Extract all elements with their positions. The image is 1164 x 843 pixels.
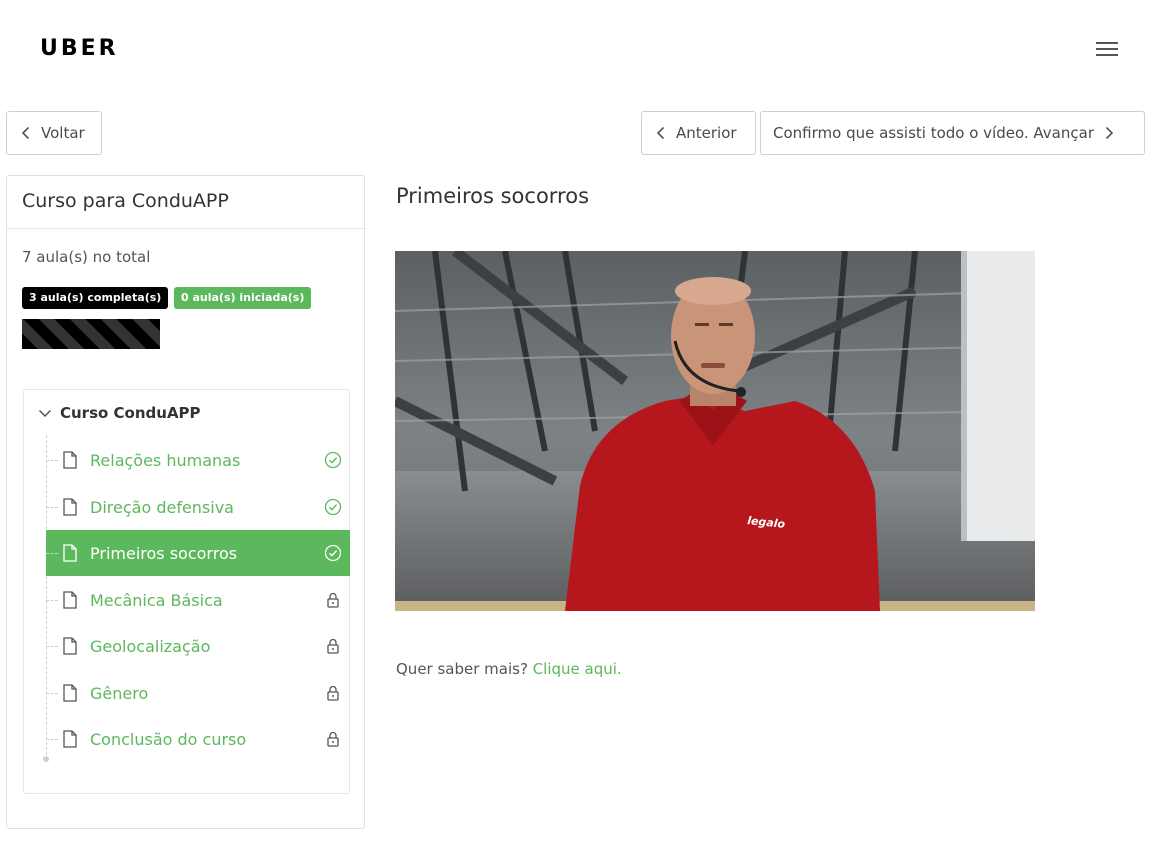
tree-connector-dash (46, 692, 58, 694)
tree-connector-dash (46, 552, 58, 554)
tree-connector-dash (46, 599, 58, 601)
lesson-item[interactable]: Relações humanas (46, 437, 350, 483)
lock-icon (324, 591, 342, 609)
lesson-item-label: Gênero (90, 683, 149, 703)
hamburger-menu-icon[interactable] (1096, 42, 1120, 60)
tree-root-course[interactable]: Curso ConduAPP (38, 404, 201, 422)
lock-icon (324, 730, 342, 748)
lesson-item-label: Conclusão do curso (90, 729, 247, 749)
lesson-item-label: Direção defensiva (90, 497, 234, 517)
previous-button[interactable]: Anterior (641, 111, 756, 155)
course-sidebar-card: Curso para ConduAPP 7 aula(s) no total 3… (6, 175, 365, 829)
more-info-prefix: Quer saber mais? (396, 660, 528, 678)
lesson-item[interactable]: Geolocalização (46, 623, 350, 669)
check-circle-icon (324, 544, 342, 562)
chevron-down-icon (38, 409, 52, 418)
confirm-next-button[interactable]: Confirmo que assisti todo o vídeo. Avanç… (760, 111, 1145, 155)
back-button-label: Voltar (41, 124, 85, 142)
lesson-item-label: Mecânica Básica (90, 590, 223, 610)
lesson-item[interactable]: Mecânica Básica (46, 577, 350, 623)
lesson-item[interactable]: Direção defensiva (46, 484, 350, 530)
chevron-left-icon (656, 126, 665, 140)
lesson-item-label: Primeiros socorros (90, 543, 238, 563)
file-icon (62, 498, 78, 516)
confirm-next-button-label: Confirmo que assisti todo o vídeo. Avanç… (773, 124, 1094, 142)
progress-bar (22, 319, 160, 349)
completed-badge: 3 aula(s) completa(s) (22, 287, 169, 309)
course-title: Curso para ConduAPP (22, 190, 229, 212)
more-info-link[interactable]: Clique aqui. (533, 660, 622, 678)
lesson-item[interactable]: Gênero (46, 670, 350, 716)
lesson-tree: Curso ConduAPP Relações humanas Direção d… (23, 389, 350, 794)
previous-button-label: Anterior (676, 124, 737, 142)
file-icon (62, 544, 78, 562)
file-icon (62, 684, 78, 702)
lesson-item-label: Relações humanas (90, 450, 241, 470)
lesson-item[interactable]: Conclusão do curso (46, 716, 350, 762)
uber-logo[interactable]: UBER (40, 36, 119, 61)
lock-icon (324, 637, 342, 655)
file-icon (62, 451, 78, 469)
divider (7, 228, 364, 229)
total-lessons-text: 7 aula(s) no total (22, 248, 151, 266)
lesson-item[interactable]: Primeiros socorros (46, 530, 350, 576)
lock-icon (324, 684, 342, 702)
video-frame: legalo (395, 251, 1035, 611)
chevron-right-icon (1105, 126, 1114, 140)
file-icon (62, 730, 78, 748)
file-icon (62, 637, 78, 655)
lesson-item-label: Geolocalização (90, 636, 211, 656)
started-badge: 0 aula(s) iniciada(s) (174, 287, 312, 309)
tree-root-label: Curso ConduAPP (60, 404, 201, 422)
check-circle-icon (324, 451, 342, 469)
header: UBER (0, 0, 1164, 100)
file-icon (62, 591, 78, 609)
check-circle-icon (324, 498, 342, 516)
tree-connector-dash (46, 645, 58, 647)
video-player[interactable]: legalo (395, 251, 1035, 611)
back-button[interactable]: Voltar (6, 111, 102, 155)
tree-connector-dash (46, 506, 58, 508)
lesson-title: Primeiros socorros (396, 184, 590, 208)
tree-connector-dash (46, 459, 58, 461)
more-info-text: Quer saber mais? Clique aqui. (396, 660, 622, 678)
tree-connector-dash (46, 738, 58, 740)
chevron-left-icon (21, 126, 30, 140)
